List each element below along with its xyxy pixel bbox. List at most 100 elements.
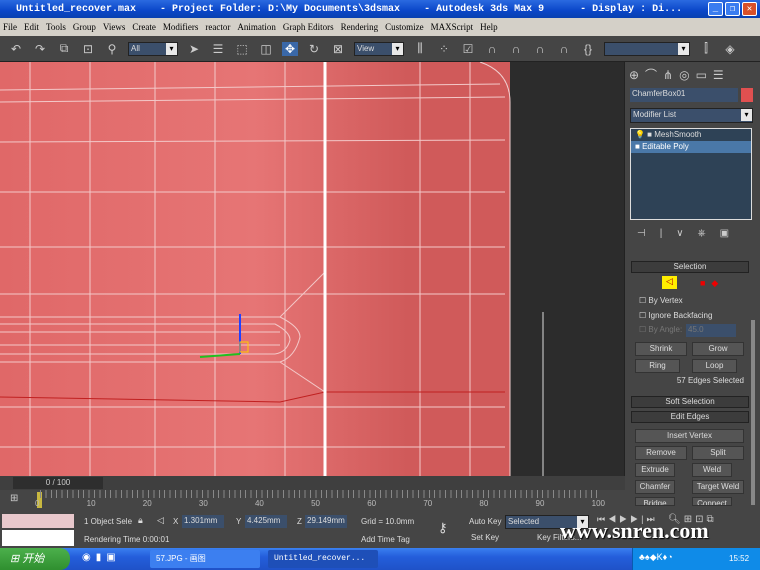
lock-icon[interactable]: 🔒︎ — [138, 515, 143, 526]
named-sel-icon[interactable]: {} — [580, 42, 596, 56]
pivot-icon[interactable]: ⫼ — [412, 41, 428, 56]
close-button[interactable]: ✕ — [742, 2, 757, 16]
link-icon[interactable]: ⧉ — [56, 41, 72, 56]
weld-button[interactable]: Weld — [692, 463, 732, 477]
extrude-button[interactable]: Extrude — [635, 463, 675, 477]
bridge-button[interactable]: Bridge — [635, 497, 675, 506]
set-key-button[interactable]: Set Key — [471, 533, 499, 542]
absolute-mode-icon[interactable]: ◁ — [157, 515, 164, 526]
window-crossing-icon[interactable]: ◫ — [258, 42, 274, 56]
minimize-button[interactable]: _ — [708, 2, 723, 16]
time-slider[interactable]: 0 / 100 — [0, 476, 625, 490]
selection-filter-dropdown[interactable]: All — [128, 41, 178, 56]
grow-button[interactable]: Grow — [692, 342, 744, 356]
task-3dsmax[interactable]: Untitled_recover... — [268, 550, 378, 568]
maxscript-listener-white[interactable] — [2, 530, 74, 546]
y-coordinate-field[interactable]: 4.425mm — [245, 515, 287, 528]
chamfer-button[interactable]: Chamfer — [635, 480, 675, 494]
menu-reactor[interactable]: reactor — [205, 22, 230, 32]
start-button[interactable]: ⊞ 开始 — [0, 548, 70, 570]
angle-spinner[interactable]: 45.0 — [686, 324, 736, 337]
auto-key-button[interactable]: Auto Key — [469, 517, 501, 526]
stack-item-editable-poly[interactable]: ■ Editable Poly — [631, 141, 751, 153]
object-color-swatch[interactable] — [741, 88, 753, 102]
quick-launch-icons[interactable]: ◉▮▣ — [82, 552, 121, 563]
menu-help[interactable]: Help — [480, 22, 498, 32]
snap-2d-icon[interactable]: ∩ — [484, 42, 500, 56]
menu-animation[interactable]: Animation — [237, 22, 276, 32]
remove-button[interactable]: Remove — [635, 446, 687, 460]
selection-rollout[interactable]: Selection — [631, 261, 749, 273]
by-vertex-checkbox[interactable]: ☐ By Vertex — [639, 296, 683, 305]
select-arrow-icon[interactable]: ➤ — [186, 42, 202, 56]
task-label: Untitled_recover... — [274, 554, 366, 563]
taskbar: ⊞ 开始 ◉▮▣ 57.JPG - 画图 Untitled_recover...… — [0, 548, 760, 570]
track-bar[interactable]: ⊞ 0 10 20 30 40 50 60 70 80 90 100 — [0, 490, 625, 512]
menu-rendering[interactable]: Rendering — [341, 22, 379, 32]
time-slider-thumb[interactable]: 0 / 100 — [13, 477, 103, 489]
modifier-list-dropdown[interactable]: Modifier List — [630, 108, 753, 123]
panel-scrollbar[interactable] — [751, 320, 755, 505]
undo-icon[interactable]: ↶ — [8, 42, 24, 56]
select-by-name-icon[interactable]: ☰ — [210, 42, 226, 56]
loop-button[interactable]: Loop — [692, 359, 737, 373]
shrink-button[interactable]: Shrink — [635, 342, 687, 356]
by-angle-label: By Angle: — [648, 325, 683, 334]
scale-icon[interactable]: ⊠ — [330, 42, 346, 56]
maxscript-listener-pink[interactable] — [2, 514, 74, 528]
redo-icon[interactable]: ↷ — [32, 42, 48, 56]
add-time-tag[interactable]: Add Time Tag — [361, 535, 410, 544]
menu-group[interactable]: Group — [73, 22, 96, 32]
curve-editor-icon[interactable]: ⊞ — [10, 493, 18, 504]
soft-selection-rollout[interactable]: Soft Selection — [631, 396, 749, 408]
menu-tools[interactable]: Tools — [46, 22, 66, 32]
command-panel-tabs[interactable]: ⊕⌒⋔◎▭☰ — [629, 66, 730, 83]
maximize-button[interactable]: ❐ — [725, 2, 740, 16]
snap-icon[interactable]: ⁘ — [436, 42, 452, 56]
tick-label: 20 — [142, 499, 152, 508]
menu-modifiers[interactable]: Modifiers — [163, 22, 199, 32]
percent-snap-icon[interactable]: ∩ — [508, 42, 524, 56]
split-button[interactable]: Split — [692, 446, 744, 460]
edit-named-sel-icon[interactable]: ∩ — [556, 42, 572, 56]
rect-selection-icon[interactable]: ⬚ — [234, 42, 250, 56]
stack-tools-icons[interactable]: ⊣|∨⎈▣ — [637, 228, 743, 239]
edge-subobject-icon[interactable]: ◁ — [662, 276, 677, 289]
ring-button[interactable]: Ring — [635, 359, 680, 373]
align-icon[interactable]: ◈ — [722, 42, 738, 56]
command-panel: ⊕⌒⋔◎▭☰ ChamferBox01 Modifier List 💡 ■ Me… — [625, 62, 760, 512]
ref-coord-dropdown[interactable]: View — [354, 41, 404, 56]
bind-space-warp-icon[interactable]: ⚲ — [104, 42, 120, 56]
angle-snap-icon[interactable]: ☑ — [460, 42, 476, 56]
rotate-icon[interactable]: ↻ — [306, 42, 322, 56]
menu-edit[interactable]: Edit — [24, 22, 39, 32]
ignore-backfacing-checkbox[interactable]: ☐ Ignore Backfacing — [639, 311, 712, 320]
z-coordinate-field[interactable]: 29.149mm — [305, 515, 347, 528]
object-name-field[interactable]: ChamferBox01 — [630, 88, 738, 102]
menu-create[interactable]: Create — [132, 22, 155, 32]
named-selection-dropdown[interactable] — [604, 41, 690, 56]
target-weld-button[interactable]: Target Weld — [692, 480, 744, 494]
task-paint[interactable]: 57.JPG - 画图 — [150, 550, 260, 568]
edit-edges-rollout[interactable]: Edit Edges — [631, 411, 749, 423]
spinner-snap-icon[interactable]: ∩ — [532, 42, 548, 56]
tray-icons[interactable]: ♣♠◆K♦◔ — [639, 552, 673, 563]
mirror-icon[interactable]: ⫿ — [698, 41, 714, 56]
menu-graph-editors[interactable]: Graph Editors — [283, 22, 334, 32]
key-icon[interactable]: ⚷ — [438, 520, 448, 536]
stack-item-meshsmooth[interactable]: 💡 ■ MeshSmooth — [631, 129, 751, 141]
x-coordinate-field[interactable]: 1.301mm — [182, 515, 224, 528]
task-label: 57.JPG - 画图 — [156, 554, 206, 563]
insert-vertex-button[interactable]: Insert Vertex — [635, 429, 744, 443]
by-angle-checkbox[interactable]: ☐ By Angle: — [639, 325, 682, 334]
move-icon[interactable]: ✥ — [282, 41, 298, 56]
unlink-icon[interactable]: ⊡ — [80, 42, 96, 56]
main-toolbar: ↶ ↷ ⧉ ⊡ ⚲ All ➤ ☰ ⬚ ◫ ✥ ↻ ⊠ View ⫼ ⁘ ☑ ∩… — [0, 36, 760, 62]
menu-customize[interactable]: Customize — [385, 22, 424, 32]
subobject-level-icons[interactable]: ■◆ — [700, 278, 724, 289]
menu-views[interactable]: Views — [103, 22, 125, 32]
menu-maxscript[interactable]: MAXScript — [431, 22, 474, 32]
menu-file[interactable]: File — [3, 22, 17, 32]
connect-button[interactable]: Connect — [692, 497, 732, 506]
perspective-viewport[interactable] — [0, 62, 625, 476]
